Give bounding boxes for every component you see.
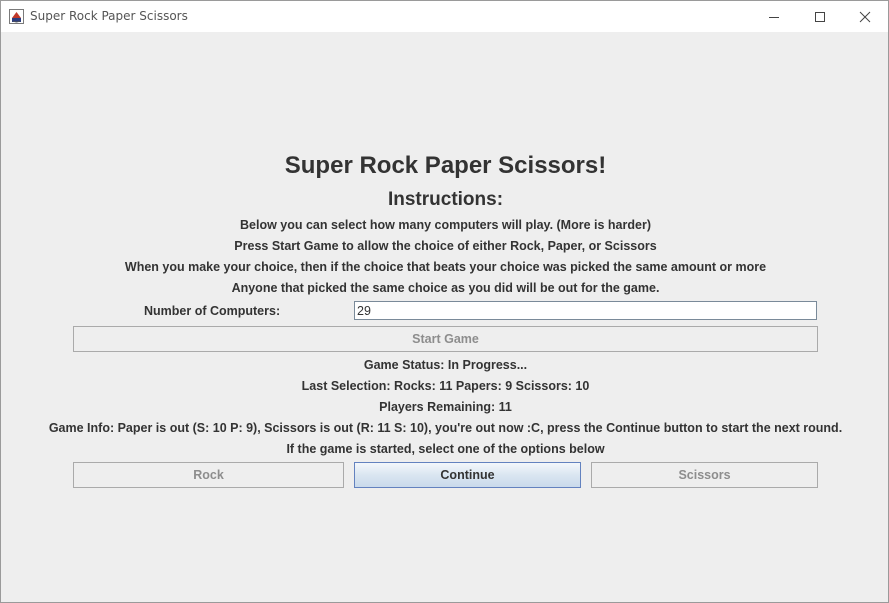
java-cup-icon xyxy=(9,9,24,24)
selection-prompt: If the game is started, select one of th… xyxy=(286,442,605,456)
page-title: Super Rock Paper Scissors! xyxy=(284,152,607,179)
maximize-button[interactable] xyxy=(797,1,843,32)
instruction-line: Anyone that picked the same choice as yo… xyxy=(231,281,660,295)
number-of-computers-input[interactable] xyxy=(354,301,817,320)
last-selection: Last Selection: Rocks: 11 Papers: 9 Scis… xyxy=(301,379,590,393)
rock-button[interactable]: Rock xyxy=(73,462,344,488)
window-title: Super Rock Paper Scissors xyxy=(30,9,188,23)
start-game-button[interactable]: Start Game xyxy=(73,326,818,352)
instruction-line: Press Start Game to allow the choice of … xyxy=(234,239,657,253)
app-window: Super Rock Paper Scissors Super Rock Pap… xyxy=(0,0,889,603)
instructions-heading: Instructions: xyxy=(387,189,504,210)
instruction-line: When you make your choice, then if the c… xyxy=(124,260,767,274)
maximize-icon xyxy=(815,11,825,22)
players-remaining: Players Remaining: 11 xyxy=(379,400,512,414)
close-icon xyxy=(859,11,871,22)
minimize-icon xyxy=(769,16,779,18)
title-bar[interactable]: Super Rock Paper Scissors xyxy=(1,1,888,32)
instruction-line: Below you can select how many computers … xyxy=(240,218,651,232)
number-of-computers-label: Number of Computers: xyxy=(144,304,281,318)
game-status: Game Status: In Progress... xyxy=(363,358,528,372)
continue-button[interactable]: Continue xyxy=(354,462,581,488)
game-info: Game Info: Paper is out (S: 10 P: 9), Sc… xyxy=(48,421,843,435)
close-button[interactable] xyxy=(842,1,888,32)
scissors-button[interactable]: Scissors xyxy=(591,462,818,488)
content-panel: Super Rock Paper Scissors! Instructions:… xyxy=(1,32,888,602)
minimize-button[interactable] xyxy=(751,1,797,32)
